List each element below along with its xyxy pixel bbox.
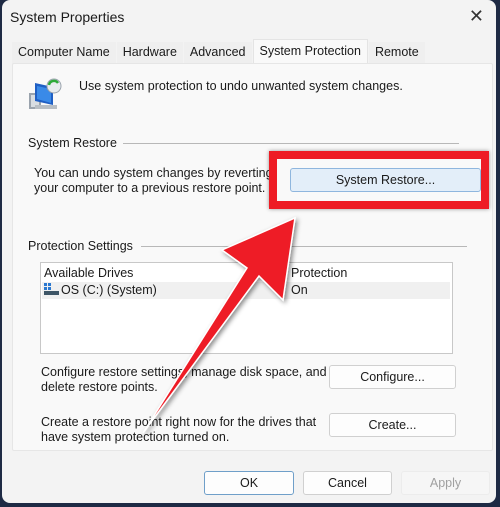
configure-button[interactable]: Configure... xyxy=(329,365,456,389)
tab-hardware[interactable]: Hardware xyxy=(116,42,183,64)
drive-name: OS (C:) (System) xyxy=(61,283,157,297)
drive-icon xyxy=(44,283,59,295)
intro-text: Use system protection to undo unwanted s… xyxy=(79,79,403,93)
window-title: System Properties xyxy=(10,9,125,25)
create-button[interactable]: Create... xyxy=(329,413,456,437)
apply-button[interactable]: Apply xyxy=(401,471,490,495)
drive-protection-status: On xyxy=(291,283,308,297)
title-bar: System Properties ✕ xyxy=(2,0,496,34)
system-protection-panel: Use system protection to undo unwanted s… xyxy=(12,63,493,451)
highlight-box xyxy=(269,151,489,209)
tab-computer-name[interactable]: Computer Name xyxy=(12,42,116,64)
close-icon[interactable]: ✕ xyxy=(469,6,484,27)
tab-bar: Computer Name Hardware Advanced System P… xyxy=(12,39,426,66)
system-properties-window: System Properties ✕ Computer Name Hardwa… xyxy=(2,0,496,503)
ok-button[interactable]: OK xyxy=(204,471,294,495)
configure-description-2: delete restore points. xyxy=(41,380,158,394)
system-restore-description-1: You can undo system changes by reverting xyxy=(34,166,273,180)
create-description-2: have system protection turned on. xyxy=(41,430,230,444)
protection-settings-heading: Protection Settings xyxy=(28,239,139,253)
system-restore-description-2: your computer to a previous restore poin… xyxy=(34,181,266,195)
tab-system-protection[interactable]: System Protection xyxy=(252,39,368,66)
drives-list[interactable]: Available Drives Protection OS (C:) (Sys… xyxy=(40,262,453,354)
configure-description-1: Configure restore settings, manage disk … xyxy=(41,365,327,379)
column-header-protection[interactable]: Protection xyxy=(291,266,347,280)
column-header-available-drives[interactable]: Available Drives xyxy=(44,266,133,280)
system-restore-heading: System Restore xyxy=(28,136,123,150)
cancel-button[interactable]: Cancel xyxy=(303,471,392,495)
tab-advanced[interactable]: Advanced xyxy=(183,42,252,64)
system-restore-divider xyxy=(123,143,459,144)
system-protection-icon xyxy=(29,78,62,109)
tab-remote[interactable]: Remote xyxy=(368,42,425,64)
protection-settings-divider xyxy=(141,246,467,247)
create-description-1: Create a restore point right now for the… xyxy=(41,415,317,429)
drive-row[interactable]: OS (C:) (System) On xyxy=(42,282,450,299)
